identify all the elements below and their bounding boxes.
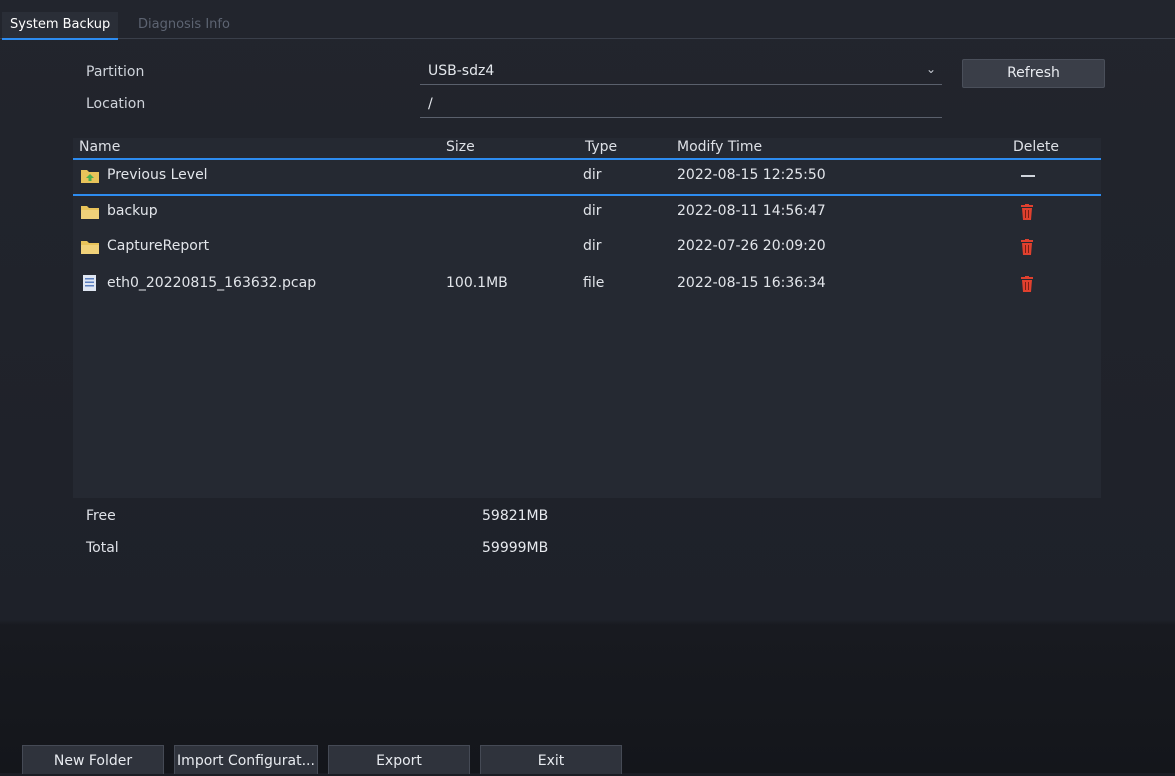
trash-icon[interactable] [1021, 276, 1033, 292]
file-table: Name Size Type Modify Time Delete Previo… [73, 138, 1101, 498]
system-backup-window: System Backup Diagnosis Info Partition U… [0, 0, 1175, 774]
file-modify-time: 2022-07-26 20:09:20 [677, 238, 826, 254]
location-value: / [428, 96, 433, 112]
tab-system-backup[interactable]: System Backup [2, 12, 119, 40]
file-type: dir [583, 203, 602, 219]
header-delete: Delete [1013, 139, 1059, 155]
file-type: dir [583, 238, 602, 254]
table-row[interactable]: eth0_20220815_163632.pcap 100.1MB file 2… [73, 266, 1101, 302]
chevron-down-icon[interactable]: ⌄ [926, 62, 936, 76]
partition-select[interactable]: USB-sdz4 ⌄ [420, 60, 942, 85]
file-name: backup [107, 203, 158, 219]
exit-button[interactable]: Exit [480, 745, 622, 774]
up-folder-icon [81, 170, 99, 183]
export-button[interactable]: Export [328, 745, 470, 774]
total-value: 59999MB [482, 540, 549, 556]
table-row[interactable]: CaptureReport dir 2022-07-26 20:09:20 [73, 229, 1101, 265]
trash-icon[interactable] [1021, 204, 1033, 220]
folder-icon [81, 206, 99, 219]
folder-icon [81, 241, 99, 254]
free-label: Free [86, 508, 116, 524]
partition-label: Partition [86, 64, 145, 80]
partition-value: USB-sdz4 [428, 63, 495, 79]
location-label: Location [86, 96, 146, 112]
header-size: Size [446, 139, 475, 155]
trash-icon[interactable] [1021, 239, 1033, 255]
tab-diagnosis-info[interactable]: Diagnosis Info [130, 12, 238, 38]
header-modify-time: Modify Time [677, 139, 763, 155]
refresh-button[interactable]: Refresh [962, 59, 1105, 88]
location-field[interactable]: / [420, 93, 942, 118]
file-name: Previous Level [107, 167, 208, 183]
header-name: Name [79, 139, 121, 155]
table-row[interactable]: backup dir 2022-08-11 14:56:47 [73, 194, 1101, 230]
file-type: file [583, 275, 605, 291]
file-size: 100.1MB [446, 275, 508, 291]
import-configuration-button[interactable]: Import Configurat... [174, 745, 318, 774]
tab-bar: System Backup Diagnosis Info [0, 12, 1175, 40]
file-type: dir [583, 167, 602, 183]
new-folder-button[interactable]: New Folder [22, 745, 164, 774]
file-modify-time: 2022-08-15 16:36:34 [677, 275, 826, 291]
table-header: Name Size Type Modify Time Delete [73, 138, 1101, 160]
file-name: eth0_20220815_163632.pcap [107, 275, 317, 291]
header-type: Type [585, 139, 618, 155]
free-value: 59821MB [482, 508, 549, 524]
table-row[interactable]: Previous Level dir 2022-08-15 12:25:50 [73, 158, 1101, 196]
file-modify-time: 2022-08-15 12:25:50 [677, 167, 826, 183]
total-label: Total [86, 540, 119, 556]
file-modify-time: 2022-08-11 14:56:47 [677, 203, 826, 219]
file-icon [83, 275, 96, 291]
file-name: CaptureReport [107, 238, 210, 254]
no-delete-dash [1021, 175, 1035, 177]
